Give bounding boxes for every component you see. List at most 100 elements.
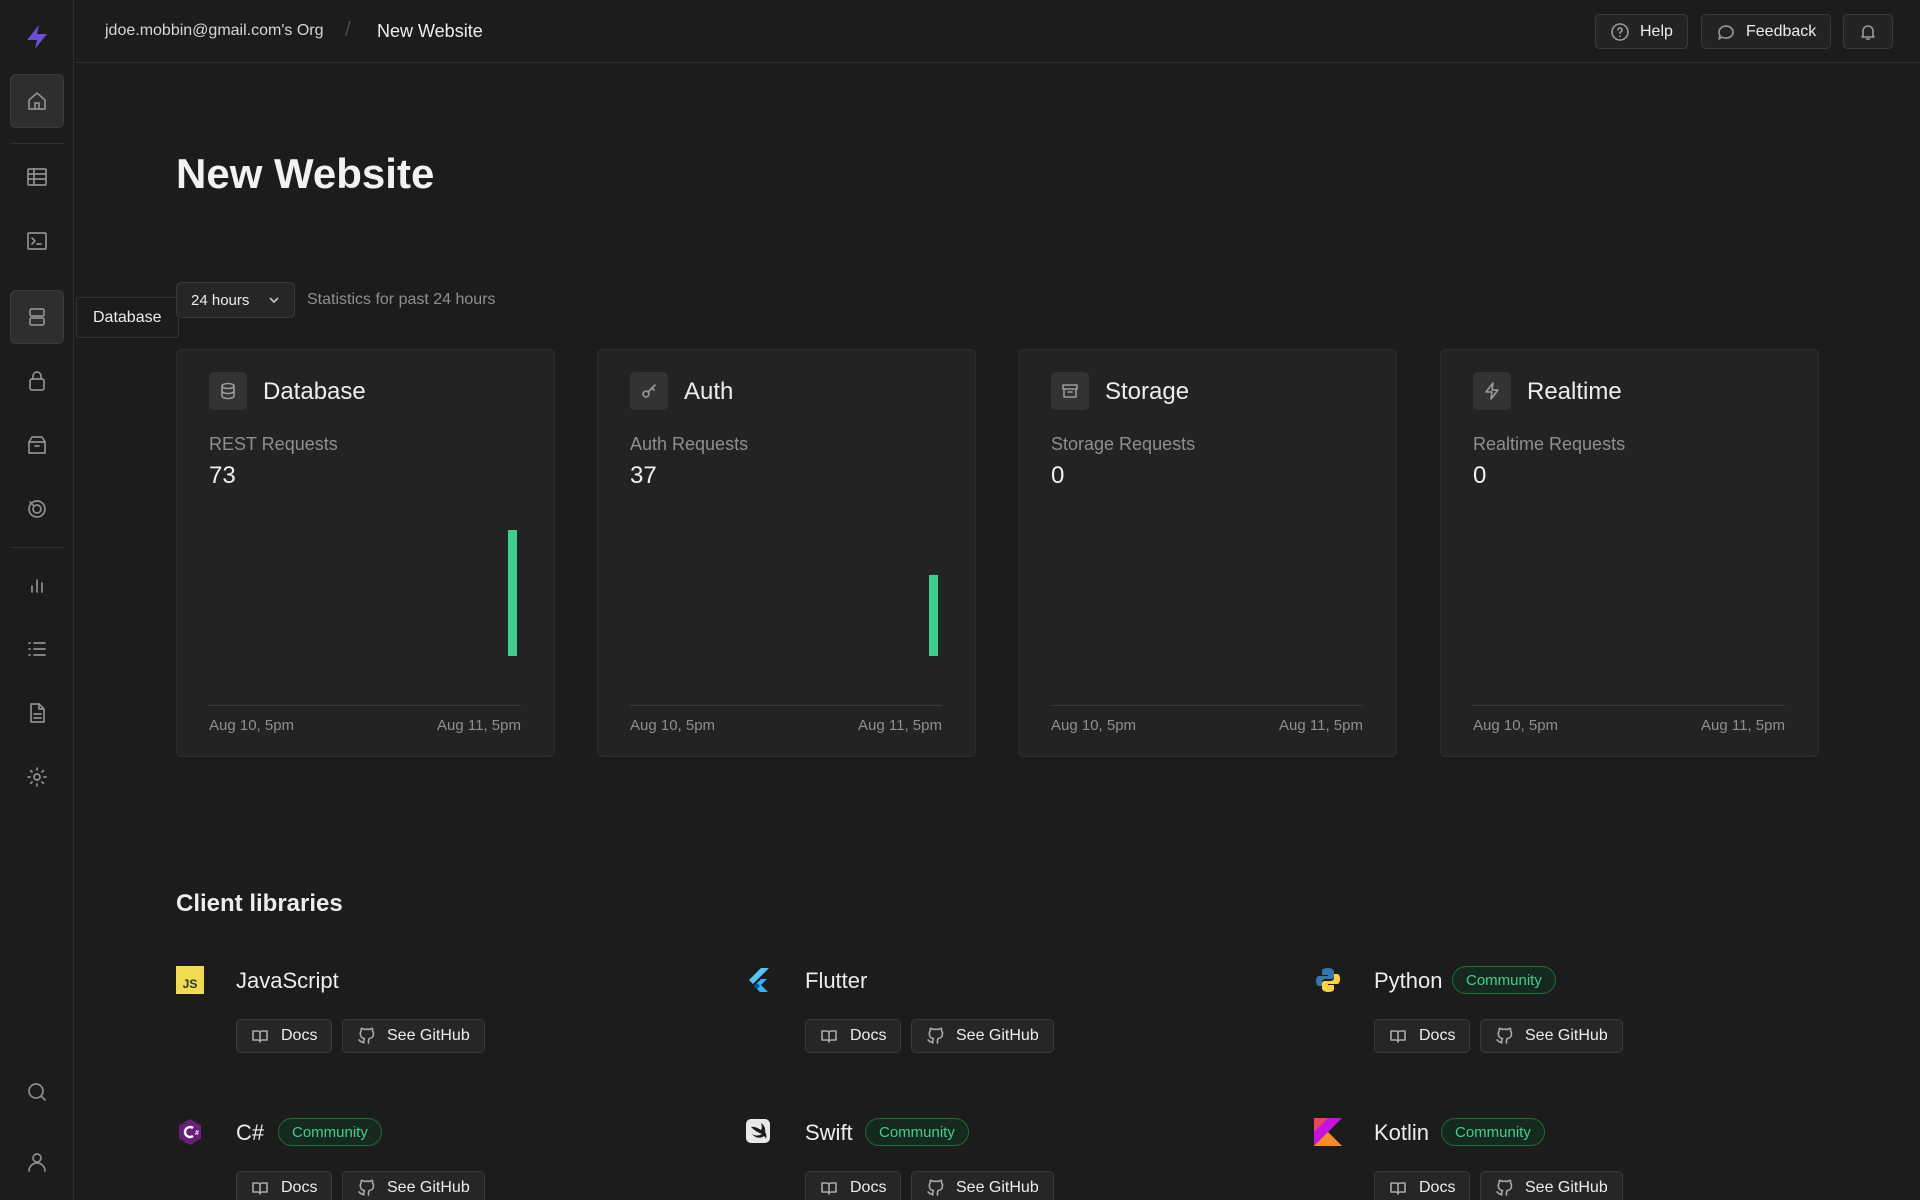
docs-label: Docs	[1419, 1027, 1456, 1044]
card-icon	[630, 372, 668, 410]
docs-button[interactable]: Docs	[236, 1019, 333, 1053]
chart-x-end: Aug 11, 5pm	[1701, 717, 1785, 734]
help-button[interactable]: Help	[1595, 14, 1688, 49]
top-bar: jdoe.mobbin@gmail.com's Org / New Websit…	[75, 0, 1920, 63]
github-button[interactable]: See GitHub	[1480, 1019, 1623, 1053]
sidebar-item-realtime[interactable]	[10, 482, 64, 536]
card-metric-value: 0	[1473, 462, 1487, 489]
breadcrumb-project[interactable]: New Website	[377, 21, 483, 42]
sidebar-item-reports[interactable]	[10, 558, 64, 612]
card-storage[interactable]: Storage Storage Requests 0 Aug 10, 5pm A…	[1018, 349, 1397, 757]
sidebar-item-table-editor[interactable]	[10, 150, 64, 204]
chart-bar[interactable]	[929, 574, 938, 656]
range-description: Statistics for past 24 hours	[307, 291, 496, 308]
lock-icon	[29, 371, 45, 391]
sidebar-item-account[interactable]	[10, 1135, 64, 1189]
sidebar-tooltip: Database	[76, 297, 179, 338]
github-label: See GitHub	[1525, 1027, 1608, 1044]
library-csharp: # C# Community Docs See GitHub	[176, 1118, 696, 1200]
kotlin-logo-icon	[1314, 1118, 1342, 1146]
github-button[interactable]: See GitHub	[1480, 1171, 1623, 1200]
book-icon	[252, 1030, 268, 1043]
library-javascript: JS JavaScript Docs See GitHub	[176, 966, 696, 1076]
card-metric-label: Realtime Requests	[1473, 434, 1626, 454]
card-icon	[1051, 372, 1089, 410]
zap-icon	[1485, 382, 1499, 400]
swift-logo-icon	[746, 1119, 770, 1143]
table-icon	[27, 168, 47, 186]
card-chart	[508, 530, 517, 656]
help-icon	[1611, 22, 1629, 41]
sidebar-item-database[interactable]	[10, 290, 64, 344]
docs-button[interactable]: Docs	[1374, 1019, 1471, 1053]
docs-button[interactable]: Docs	[1374, 1171, 1471, 1200]
github-button[interactable]: See GitHub	[911, 1171, 1054, 1200]
github-label: See GitHub	[1525, 1179, 1608, 1196]
sidebar-item-home[interactable]	[10, 74, 64, 128]
chart-bar[interactable]	[508, 530, 517, 656]
card-metric-label: REST Requests	[209, 434, 338, 454]
chart-x-start: Aug 10, 5pm	[1473, 717, 1559, 734]
chart-x-end: Aug 11, 5pm	[1279, 717, 1363, 734]
library-name: JavaScript	[236, 968, 339, 993]
card-chart	[1473, 530, 1785, 656]
community-badge: Community	[1441, 1118, 1545, 1146]
docs-label: Docs	[1419, 1179, 1456, 1196]
card-title: Database	[263, 378, 366, 405]
bar-chart-icon	[31, 579, 43, 593]
sidebar-item-search[interactable]	[10, 1065, 64, 1119]
docs-label: Docs	[850, 1179, 887, 1196]
sidebar-divider	[10, 547, 64, 548]
feedback-button[interactable]: Feedback	[1701, 14, 1832, 49]
home-icon	[28, 92, 46, 110]
docs-button[interactable]: Docs	[805, 1019, 902, 1053]
docs-button[interactable]: Docs	[805, 1171, 902, 1200]
sidebar-item-storage[interactable]	[10, 418, 64, 472]
terminal-icon	[27, 232, 47, 250]
card-chart	[1051, 530, 1363, 656]
github-icon	[1496, 1179, 1513, 1196]
sidebar-item-sql-editor[interactable]	[10, 214, 64, 268]
card-title: Storage	[1105, 378, 1190, 405]
sidebar-item-settings[interactable]	[10, 750, 64, 804]
card-metric-value: 37	[630, 462, 657, 489]
sidebar-item-api-docs[interactable]	[10, 686, 64, 740]
card-database[interactable]: Database REST Requests 73 Aug 10, 5pm Au…	[176, 349, 555, 757]
library-kotlin: Kotlin Community Docs See GitHub	[1314, 1118, 1834, 1200]
book-icon	[252, 1182, 268, 1195]
card-metric-value: 73	[209, 462, 236, 489]
docs-label: Docs	[850, 1027, 887, 1044]
library-name: Flutter	[805, 968, 868, 993]
github-label: See GitHub	[387, 1027, 470, 1044]
card-realtime[interactable]: Realtime Realtime Requests 0 Aug 10, 5pm…	[1440, 349, 1819, 757]
library-name: Swift	[805, 1120, 853, 1145]
github-button[interactable]: See GitHub	[342, 1171, 485, 1200]
breadcrumb-org[interactable]: jdoe.mobbin@gmail.com's Org	[105, 22, 324, 40]
range-select[interactable]: 24 hours	[176, 282, 295, 318]
search-icon	[28, 1083, 46, 1101]
sidebar-divider	[10, 143, 64, 144]
sidebar-item-logs[interactable]	[10, 622, 64, 676]
card-chart	[929, 574, 938, 656]
gear-icon	[27, 767, 47, 787]
github-button[interactable]: See GitHub	[911, 1019, 1054, 1053]
card-metric-label: Storage Requests	[1051, 434, 1196, 454]
supabase-logo-icon[interactable]	[22, 22, 52, 52]
docs-button[interactable]: Docs	[236, 1171, 333, 1200]
user-icon	[28, 1153, 46, 1172]
card-auth[interactable]: Auth Auth Requests 37 Aug 10, 5pm Aug 11…	[597, 349, 976, 757]
book-icon	[821, 1030, 837, 1043]
page-title: New Website	[176, 150, 435, 197]
sidebar-item-auth[interactable]	[10, 354, 64, 408]
notifications-button[interactable]	[1843, 14, 1893, 49]
github-button[interactable]: See GitHub	[342, 1019, 485, 1053]
github-label: See GitHub	[956, 1027, 1039, 1044]
bell-icon	[1861, 24, 1875, 40]
community-badge: Community	[278, 1118, 382, 1146]
flutter-logo-icon	[749, 968, 769, 992]
chart-axis	[1051, 705, 1363, 706]
breadcrumb-separator: /	[345, 19, 351, 41]
chart-x-start: Aug 10, 5pm	[1051, 717, 1137, 734]
feedback-label: Feedback	[1746, 22, 1817, 40]
book-icon	[1390, 1182, 1406, 1195]
